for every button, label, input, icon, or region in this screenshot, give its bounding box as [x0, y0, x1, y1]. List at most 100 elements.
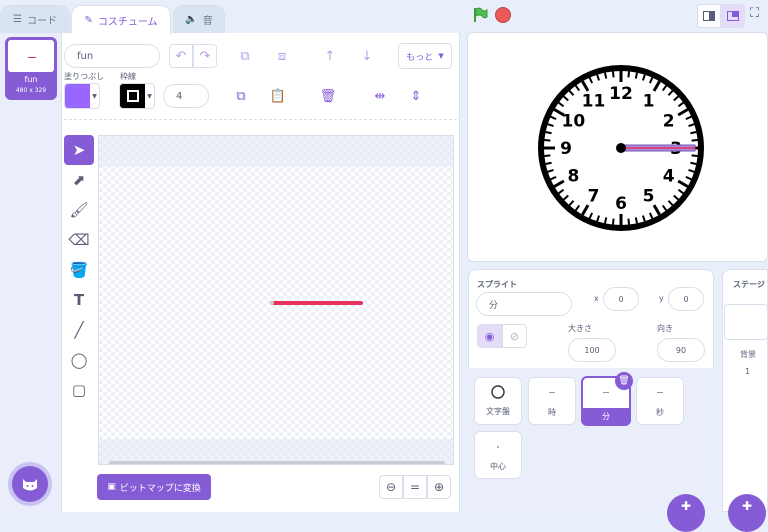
x-input[interactable]: 0 — [603, 287, 639, 311]
eye-icon: ◉ — [484, 329, 495, 343]
backdrop-count: 1 — [745, 367, 751, 376]
tab-costumes-label: コスチューム — [97, 16, 158, 28]
sprite-name-input[interactable]: 分 — [476, 292, 572, 316]
y-label: y — [659, 294, 664, 303]
sprite-name: 秒 — [656, 408, 664, 417]
delete-sprite-icon[interactable]: 🗑 — [615, 372, 633, 390]
zoom-in-icon[interactable]: ⊕ — [427, 475, 451, 499]
flip-vertical-icon[interactable]: ⇕ — [404, 84, 428, 108]
eraser-tool-icon[interactable]: ⌫ — [64, 225, 94, 255]
circle-tool-icon[interactable]: ◯ — [64, 345, 94, 375]
clock-tick — [690, 161, 697, 165]
clock-tick — [690, 131, 697, 135]
tab-sounds[interactable]: 🔈 音 — [173, 5, 225, 33]
tab-code[interactable]: ☰ コード — [0, 5, 70, 33]
sprite-name: 分 — [583, 408, 629, 424]
clock-tick — [627, 218, 631, 225]
sprite-tile[interactable]: 秒 — [636, 377, 684, 425]
costume-list — [0, 33, 62, 512]
outline-width-input[interactable]: 4 — [163, 84, 209, 108]
tab-costumes[interactable]: ✎ コスチューム — [71, 5, 171, 34]
paste-icon[interactable]: 📋 — [266, 84, 290, 108]
horizontal-scrollbar[interactable] — [109, 461, 445, 464]
zoom-reset-icon[interactable]: = — [403, 475, 427, 499]
add-backdrop-button[interactable]: ✚ — [728, 494, 766, 532]
forward-icon[interactable]: ↑ — [318, 44, 342, 68]
zoom-out-icon[interactable]: ⊖ — [379, 475, 403, 499]
backdrop-add-icon: ✚ — [741, 499, 753, 513]
fill-color-picker[interactable]: ▼ — [64, 83, 100, 109]
choose-costume-button[interactable] — [12, 466, 48, 502]
rectangle-tool-icon[interactable]: ▢ — [64, 375, 94, 405]
cat-add-icon: ✚ — [680, 499, 692, 513]
small-stage-button[interactable] — [697, 4, 721, 28]
delete-icon[interactable]: 🗑 — [316, 84, 340, 108]
clock-number: 10 — [562, 112, 586, 132]
clock-tick — [545, 131, 552, 135]
clock-number: 9 — [560, 139, 572, 159]
fill-tool-icon[interactable]: 🪣 — [64, 255, 94, 285]
costume-size: 480 x 329 — [15, 87, 47, 94]
undo-icon[interactable]: ↶ — [169, 44, 193, 68]
convert-to-bitmap-button[interactable]: ▣ ビットマップに変換 — [97, 474, 211, 500]
costume-item[interactable]: 1 fun 480 x 329 — [5, 37, 57, 100]
costume-thumbnail — [8, 40, 54, 72]
tab-sounds-label: 音 — [202, 16, 213, 27]
direction-label: 向き — [657, 324, 673, 333]
normal-stage-button[interactable] — [721, 4, 745, 28]
clock-tick — [627, 71, 631, 78]
clock-tick — [544, 138, 551, 142]
outline-color-swatch — [120, 84, 145, 108]
eye-slash-icon: ⊘ — [509, 329, 520, 343]
add-sprite-button[interactable]: ✚ — [667, 494, 705, 532]
y-input[interactable]: 0 — [668, 287, 704, 311]
clock-tick — [545, 161, 552, 165]
sprite-label: スプライト — [477, 280, 517, 289]
minute-hand-shape[interactable] — [99, 136, 454, 465]
brush-tool-icon[interactable]: 🖌 — [64, 195, 94, 225]
green-flag-icon[interactable] — [472, 7, 488, 23]
group-icon[interactable]: ⧉ — [233, 44, 257, 68]
paint-canvas[interactable] — [98, 135, 454, 465]
sprite-tile[interactable]: 文字盤 — [474, 377, 522, 425]
hide-sprite-button[interactable]: ⊘ — [502, 324, 527, 348]
stage-label: ステージ — [733, 280, 765, 289]
sprite-name: 文字盤 — [486, 407, 510, 416]
direction-input[interactable]: 90 — [657, 338, 705, 362]
backward-icon[interactable]: ↓ — [355, 44, 379, 68]
fullscreen-icon[interactable]: ⛶ — [750, 6, 768, 24]
clock-tick — [544, 154, 551, 158]
convert-label: ビットマップに変換 — [119, 483, 201, 494]
text-tool-icon[interactable]: T — [64, 285, 94, 315]
clock-tick — [611, 218, 615, 225]
chevron-down-icon: ▼ — [92, 92, 97, 100]
image-icon: ▣ — [107, 482, 116, 492]
redo-icon[interactable]: ↷ — [193, 44, 217, 68]
clock-number: 1 — [643, 91, 655, 111]
line-tool-icon[interactable]: ╱ — [64, 315, 94, 345]
cat-face-icon — [23, 479, 37, 491]
size-label: 大きさ — [568, 324, 592, 333]
stage[interactable]: 121234567891011 — [467, 32, 768, 262]
copy-icon[interactable]: ⧉ — [229, 84, 253, 108]
outline-color-picker[interactable]: ▼ — [119, 83, 155, 109]
more-dropdown[interactable]: もっと ▼ — [398, 43, 452, 69]
clock-tick — [634, 217, 638, 224]
speaker-icon: 🔈 — [185, 14, 198, 25]
costume-name-input[interactable]: fun — [64, 44, 160, 68]
reshape-tool-icon[interactable]: ⬈ — [64, 165, 94, 195]
stop-icon[interactable] — [495, 7, 511, 23]
flip-horizontal-icon[interactable]: ⇹ — [368, 84, 392, 108]
show-sprite-button[interactable]: ◉ — [477, 324, 502, 348]
fill-label: 塗りつぶし — [64, 72, 105, 81]
sprite-tile[interactable]: 時 — [528, 377, 576, 425]
clock-number: 12 — [609, 84, 633, 104]
ungroup-icon[interactable]: ⧈ — [270, 44, 294, 68]
select-tool-icon[interactable]: ➤ — [64, 135, 94, 165]
costume-index: 1 — [9, 39, 14, 47]
size-input[interactable]: 100 — [568, 338, 616, 362]
clock-face: 121234567891011 — [538, 65, 704, 231]
sprite-tile[interactable]: 中心 — [474, 431, 522, 479]
tab-code-label: コード — [26, 16, 57, 27]
stage-thumbnail[interactable] — [724, 304, 768, 340]
